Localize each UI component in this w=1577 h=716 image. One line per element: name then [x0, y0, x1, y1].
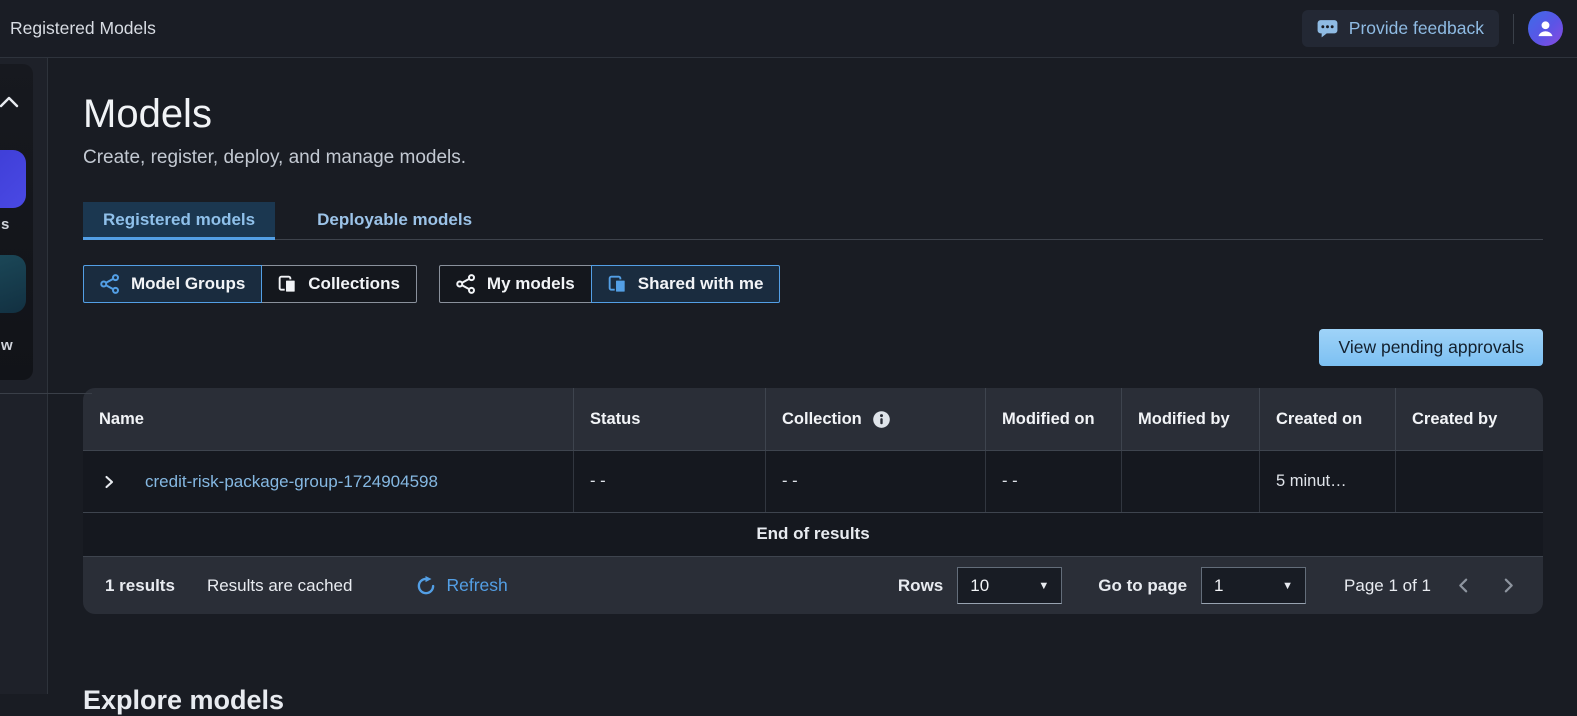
speech-bubble-icon	[1317, 19, 1338, 38]
model-group-link[interactable]: credit-risk-package-group-1724904598	[145, 472, 438, 492]
flyout-tile-blue[interactable]	[0, 150, 26, 208]
chevron-up-icon[interactable]	[0, 94, 21, 115]
table-header-row: Name Status Collection Modified on Modif…	[83, 388, 1543, 450]
tab-bar: Registered models Deployable models	[83, 202, 1543, 240]
segment-shared-with-me[interactable]: Shared with me	[590, 265, 781, 303]
column-header-modified-on: Modified on	[985, 388, 1121, 450]
actions-row: View pending approvals	[83, 329, 1543, 366]
flyout-tile-teal[interactable]	[0, 255, 26, 313]
refresh-label: Refresh	[446, 575, 508, 595]
chevron-down-icon: ▼	[1282, 579, 1294, 592]
cell-created-on: 5 minut…	[1259, 451, 1395, 512]
column-header-name: Name	[99, 409, 144, 428]
provide-feedback-button[interactable]: Provide feedback	[1301, 10, 1499, 47]
next-page-chevron-icon[interactable]	[1496, 573, 1521, 598]
cell-status: - -	[573, 451, 765, 512]
table-footer: 1 results Results are cached Refresh Row…	[83, 556, 1543, 614]
flyout-divider-line	[0, 393, 92, 394]
segment-label: My models	[486, 274, 575, 293]
rows-per-page-value: 10	[970, 575, 990, 595]
entity-segment-group: Model Groups Collections	[83, 265, 417, 303]
model-groups-icon	[100, 274, 120, 294]
flyout-label-fragment-2: w	[1, 337, 13, 354]
chevron-down-icon: ▼	[1038, 579, 1050, 592]
segment-label: Collections	[308, 274, 400, 293]
shared-with-me-icon	[608, 275, 627, 294]
goto-page-value: 1	[1214, 575, 1224, 595]
page-title: Models	[83, 92, 212, 136]
refresh-button[interactable]: Refresh	[416, 575, 508, 596]
cell-collection: - -	[765, 451, 985, 512]
ownership-segment-group: My models Shared with me	[438, 265, 781, 303]
previous-page-chevron-icon[interactable]	[1451, 573, 1476, 598]
segment-label: Model Groups	[131, 274, 246, 293]
column-header-created-by: Created by	[1395, 388, 1543, 450]
flyout-label-fragment-1: s	[1, 216, 10, 233]
my-models-icon	[456, 274, 476, 294]
pagination-controls: Rows 10 ▼ Go to page 1 ▼ Page 1 of 1	[898, 567, 1521, 604]
end-of-results: End of results	[83, 512, 1543, 556]
view-pending-approvals-button[interactable]: View pending approvals	[1319, 329, 1543, 366]
page-subtitle: Create, register, deploy, and manage mod…	[83, 147, 467, 168]
cell-modified-by	[1121, 451, 1259, 512]
models-table: Name Status Collection Modified on Modif…	[83, 388, 1543, 614]
segment-collections[interactable]: Collections	[261, 265, 417, 303]
user-avatar[interactable]	[1528, 11, 1563, 46]
user-icon	[1534, 17, 1557, 40]
table-row: credit-risk-package-group-1724904598 - -…	[83, 450, 1543, 512]
column-header-modified-by: Modified by	[1121, 388, 1259, 450]
collections-icon	[278, 275, 297, 294]
segment-label: Shared with me	[637, 274, 764, 293]
cell-modified-on: - -	[985, 451, 1121, 512]
results-count: 1 results	[105, 575, 175, 595]
goto-page-label: Go to page	[1098, 575, 1188, 595]
main-content: Models Create, register, deploy, and man…	[49, 58, 1577, 694]
rows-per-page-select[interactable]: 10 ▼	[957, 567, 1063, 604]
topbar-divider	[1513, 13, 1514, 44]
row-expand-chevron-icon[interactable]	[99, 472, 119, 492]
page-status: Page 1 of 1	[1344, 575, 1431, 595]
cell-name: credit-risk-package-group-1724904598	[83, 451, 573, 512]
clipped-section-heading: Explore models	[83, 685, 285, 715]
column-header-created-on: Created on	[1259, 388, 1395, 450]
window-title: Registered Models	[10, 18, 156, 38]
clipped-left-flyout-panel: s w	[0, 64, 33, 380]
refresh-icon	[416, 575, 436, 596]
tab-deployable-models[interactable]: Deployable models	[297, 202, 492, 240]
top-bar: Registered Models Provide feedback	[0, 0, 1577, 58]
rows-label: Rows	[897, 575, 944, 595]
cached-note: Results are cached	[206, 575, 353, 595]
column-header-status: Status	[573, 388, 765, 450]
provide-feedback-label: Provide feedback	[1348, 18, 1484, 38]
cell-created-by	[1395, 451, 1543, 512]
segment-my-models[interactable]: My models	[438, 265, 592, 303]
filter-segments: Model Groups Collections My models Share…	[83, 265, 1543, 303]
column-header-collection: Collection	[765, 388, 985, 450]
goto-page-select[interactable]: 1 ▼	[1201, 567, 1307, 604]
info-icon[interactable]	[872, 410, 891, 429]
segment-model-groups[interactable]: Model Groups	[83, 265, 263, 303]
tab-registered-models[interactable]: Registered models	[83, 202, 276, 240]
